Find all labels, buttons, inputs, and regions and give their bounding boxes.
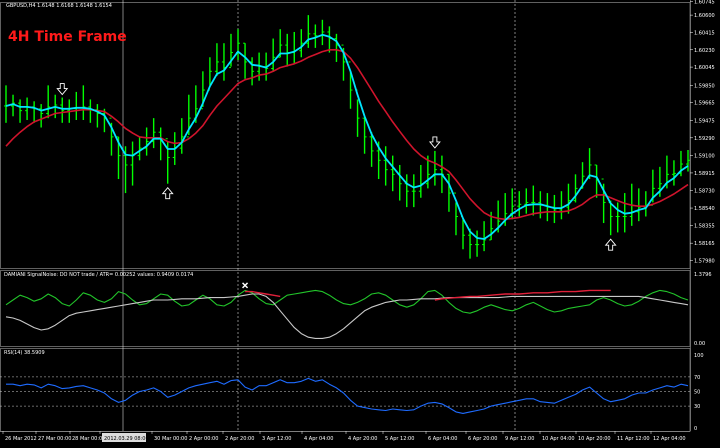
price-tick-label: 1.59100	[694, 154, 715, 160]
cursor-date-label: 2012.03.29 08:00	[104, 436, 149, 442]
time-tick-label: 30 Mar 00:00	[154, 436, 187, 442]
time-tick-label: 2 Apr 00:00	[189, 436, 218, 442]
time-tick-label: 12 Apr 04:00	[653, 436, 686, 442]
time-tick-label: 6 Apr 20:00	[468, 436, 497, 442]
time-tick-label: 5 Apr 12:00	[385, 436, 414, 442]
price-tick-label: 1.60600	[694, 13, 715, 19]
price-tick-label: 1.58355	[694, 223, 715, 229]
price-tick-label: 1.59850	[694, 83, 715, 89]
time-tick-label: 26 Mar 2012	[5, 436, 37, 442]
damiani-scale-min-label: 0.00	[694, 341, 705, 347]
timeframe-label: 4H Time Frame	[8, 29, 127, 45]
price-tick-label: 1.59475	[694, 118, 715, 124]
rsi-tick-label: 30	[694, 404, 700, 410]
price-tick-label: 1.58540	[694, 206, 715, 212]
rsi-tick-label: 50	[694, 390, 700, 396]
rsi-tick-label: 70	[694, 375, 700, 381]
damiani-indicator-title: DAMIANI SignalNoise: DO NOT trade / ATR=…	[4, 272, 194, 278]
price-tick-label: 1.60045	[694, 65, 715, 71]
price-tick-label: 1.60745	[694, 0, 715, 6]
damiani-scale-max-label: 1.3796	[694, 272, 712, 278]
time-tick-label: 4 Apr 04:00	[304, 436, 333, 442]
price-tick-label: 1.58730	[694, 188, 715, 194]
price-tick-label: 1.59290	[694, 136, 715, 142]
time-tick-label: 11 Apr 12:00	[617, 436, 650, 442]
time-tick-label: 10 Apr 20:00	[578, 436, 611, 442]
time-tick-label: 6 Apr 04:00	[428, 436, 457, 442]
chart-canvas[interactable]: 1.60745 1.60600 1.60415 1.60230 1.60045 1.598…	[0, 0, 720, 444]
rsi-tick-label: 0	[694, 426, 697, 432]
price-tick-label: 1.57980	[694, 259, 715, 265]
time-tick-label: 27 Mar 00:00	[38, 436, 71, 442]
rsi-indicator-title: RSI(14) 38.5909	[4, 350, 45, 356]
price-tick-label: 1.59665	[694, 101, 715, 107]
chart-window: 1.60745 1.60600 1.60415 1.60230 1.60045 1.598…	[0, 0, 720, 444]
rsi-tick-label: 100	[694, 353, 704, 359]
time-tick-label: 2 Apr 20:00	[225, 436, 254, 442]
price-tick-label: 1.60415	[694, 30, 715, 36]
chart-title: GBPUSD,H4 1.6148 1.6168 1.6148 1.6154	[6, 3, 112, 9]
time-tick-label: 28 Mar 00:00	[72, 436, 105, 442]
time-tick-label: 9 Apr 12:00	[505, 436, 534, 442]
price-tick-label: 1.58165	[694, 241, 715, 247]
price-tick-label: 1.58915	[694, 171, 715, 177]
time-tick-label: 3 Apr 12:00	[262, 436, 291, 442]
price-tick-label: 1.60230	[694, 48, 715, 54]
time-tick-label: 4 Apr 20:00	[348, 436, 377, 442]
time-tick-label: 10 Apr 04:00	[542, 436, 575, 442]
